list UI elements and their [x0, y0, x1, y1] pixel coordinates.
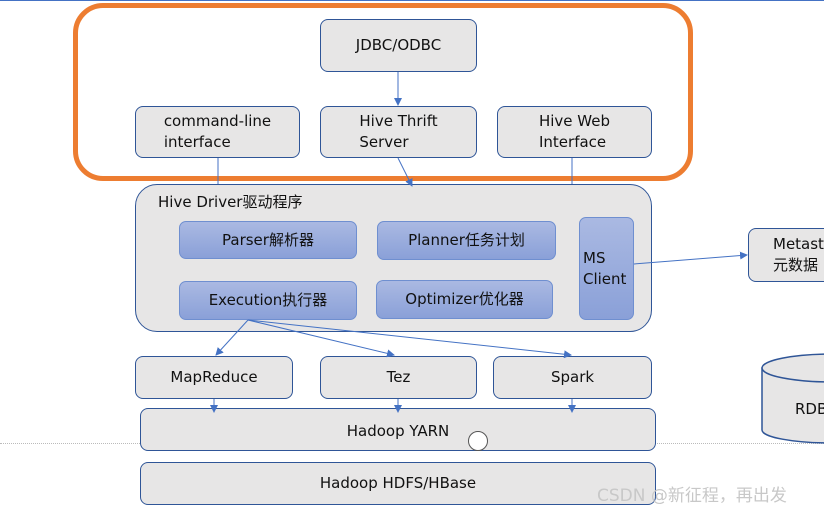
rdb-cylinder: [761, 353, 824, 444]
watermark: CSDN @新征程，再出发: [597, 486, 787, 506]
arrow-exec-to-tez: [247, 319, 395, 358]
connectors-layer: [210, 72, 824, 444]
arrow-exec-to-mapreduce: [215, 319, 249, 356]
arrow-exec-to-spark: [247, 319, 572, 359]
cursor-circle-indicator: [468, 431, 488, 451]
arrow-thrift-to-driver: [397, 157, 413, 187]
arrow-msclient-to-metastore: [633, 251, 748, 265]
rdb-label: RDBMS: [795, 400, 824, 418]
